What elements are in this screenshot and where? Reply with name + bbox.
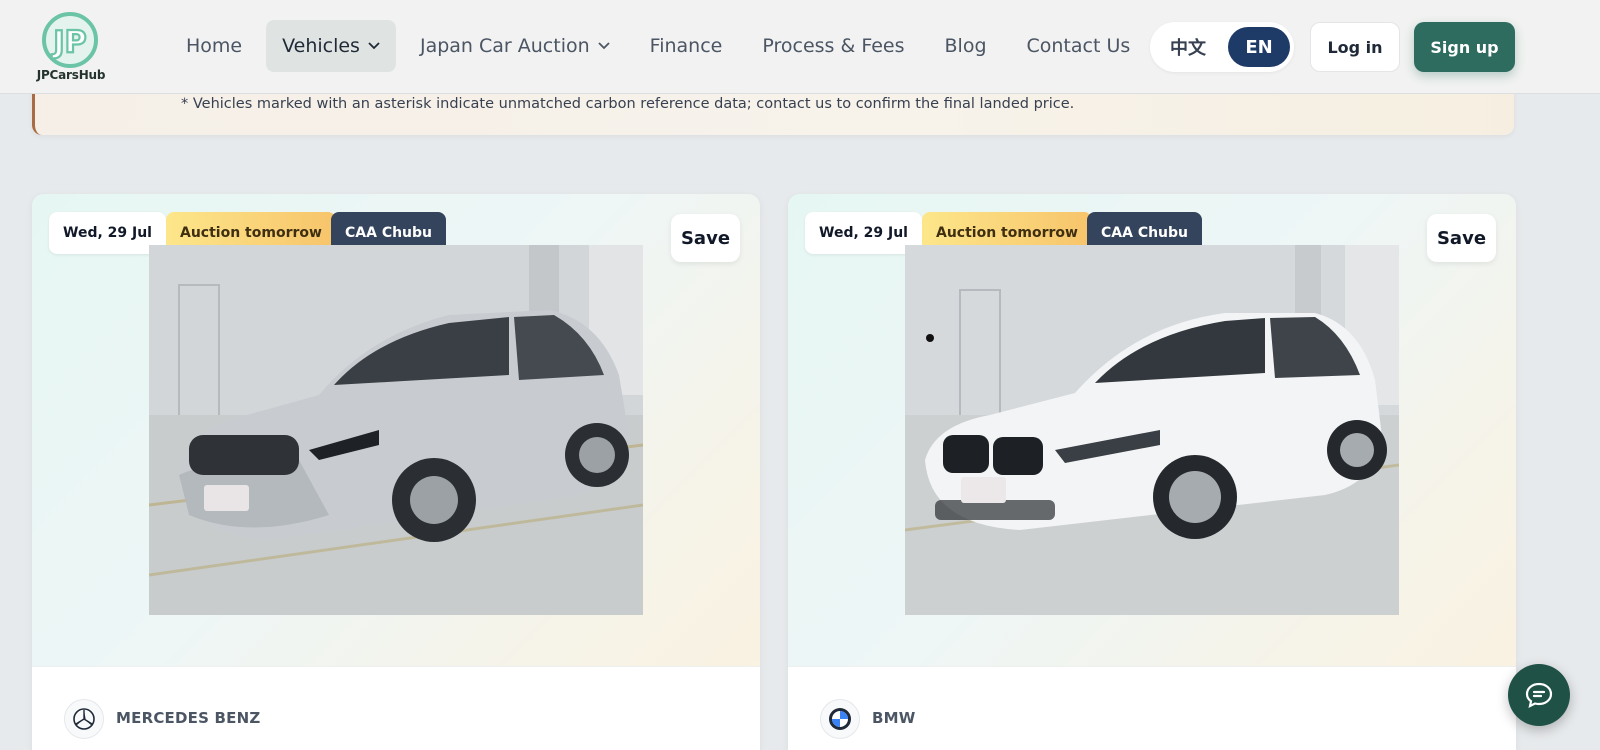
logo-text: JPCarsHub — [36, 68, 106, 82]
card-info: BMW — [788, 666, 1516, 750]
nav-finance-label: Finance — [649, 35, 723, 57]
nav-contact-label: Contact Us — [1026, 35, 1131, 57]
nav-vehicles-label: Vehicles — [282, 35, 360, 57]
vehicle-make: MERCEDES BENZ — [116, 709, 261, 727]
signup-button[interactable]: Sign up — [1414, 22, 1515, 72]
lang-en-button[interactable]: EN — [1228, 27, 1290, 67]
language-switcher: 中文 EN — [1150, 22, 1294, 72]
vehicle-photo[interactable] — [149, 245, 643, 615]
nav-blog-label: Blog — [944, 35, 987, 57]
lang-zh-button[interactable]: 中文 — [1168, 22, 1208, 72]
chevron-down-icon — [598, 42, 610, 50]
card-info: MERCEDES BENZ — [32, 666, 760, 750]
nav-japan-car-auction[interactable]: Japan Car Auction — [404, 20, 626, 72]
jp-logo-icon: JP — [42, 12, 98, 68]
save-button[interactable]: Save — [1427, 214, 1496, 262]
vehicle-photo[interactable] — [905, 245, 1399, 615]
notice-text: * Vehicles marked with an asterisk indic… — [181, 96, 1075, 112]
chevron-down-icon — [368, 42, 380, 50]
car-sedan-image — [905, 245, 1399, 615]
site-logo[interactable]: JP JPCarsHub — [30, 12, 112, 84]
nav-vehicles[interactable]: Vehicles — [266, 20, 396, 72]
nav-finance[interactable]: Finance — [634, 20, 739, 72]
nav-home-label: Home — [186, 35, 243, 57]
nav-process-fees[interactable]: Process & Fees — [746, 20, 920, 72]
login-button[interactable]: Log in — [1310, 22, 1400, 72]
chat-button[interactable] — [1508, 664, 1570, 726]
car-sedan-image — [149, 245, 643, 615]
chat-bubble-icon — [1525, 682, 1553, 708]
bmw-logo-icon — [820, 699, 860, 739]
save-button[interactable]: Save — [671, 214, 740, 262]
svg-text:JP: JP — [51, 25, 86, 60]
nav-auction-label: Japan Car Auction — [419, 35, 590, 57]
mercedes-logo-icon — [64, 699, 104, 739]
nav-process-label: Process & Fees — [762, 35, 905, 57]
nav-contact-us[interactable]: Contact Us — [1011, 20, 1147, 72]
vehicle-make: BMW — [872, 709, 916, 727]
vehicle-card[interactable]: Wed, 29 Jul Auction tomorrow CAA Chubu S… — [32, 194, 760, 750]
nav-home[interactable]: Home — [170, 20, 258, 72]
vehicle-card[interactable]: Wed, 29 Jul Auction tomorrow CAA Chubu S… — [788, 194, 1516, 750]
main-nav: Home Vehicles Japan Car Auction Finance … — [170, 20, 1154, 72]
nav-blog[interactable]: Blog — [929, 20, 1003, 72]
site-header: JP JPCarsHub Home Vehicles Japan Car Auc… — [0, 0, 1600, 94]
